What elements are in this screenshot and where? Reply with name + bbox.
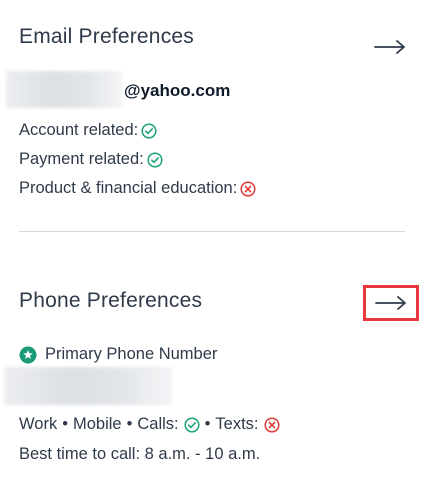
primary-phone-label: Primary Phone Number xyxy=(45,345,218,363)
pref-payment-related: Payment related: xyxy=(19,150,163,169)
pref-label: Account related: xyxy=(19,121,139,139)
bullet-separator: • xyxy=(126,415,133,433)
star-circle-icon xyxy=(19,346,37,364)
x-circle-icon xyxy=(240,180,256,197)
email-preferences-title: Email Preferences xyxy=(19,25,194,48)
phone-type-line: Work • Mobile • Calls: • Texts: xyxy=(19,415,280,434)
arrow-right-icon xyxy=(375,296,406,310)
redacted-phone-number xyxy=(4,367,172,405)
email-domain: @yahoo.com xyxy=(124,81,231,100)
arrow-right-icon xyxy=(374,40,405,54)
x-circle-icon xyxy=(263,416,280,433)
texts-label: Texts: xyxy=(215,415,259,433)
phone-preferences-title: Phone Preferences xyxy=(19,289,203,312)
bullet-separator: • xyxy=(62,415,68,433)
pref-account-related: Account related: xyxy=(19,121,157,140)
redacted-email-user xyxy=(6,71,122,108)
calls-label: Calls: xyxy=(137,415,179,433)
email-preferences-arrow-button[interactable] xyxy=(366,32,414,62)
phone-type-work: Work xyxy=(19,415,58,433)
pref-label: Product & financial education: xyxy=(19,179,238,197)
check-circle-icon xyxy=(184,416,200,433)
check-circle-icon xyxy=(147,151,163,168)
bullet-separator: • xyxy=(204,415,211,433)
best-time-to-call: Best time to call: 8 a.m. - 10 a.m. xyxy=(19,445,261,463)
check-circle-icon xyxy=(141,122,157,139)
phone-preferences-arrow-button[interactable] xyxy=(363,285,419,321)
pref-product-financial-education: Product & financial education: xyxy=(19,179,256,198)
primary-phone-label-row: Primary Phone Number xyxy=(19,345,217,364)
section-divider xyxy=(19,231,405,232)
pref-label: Payment related: xyxy=(19,150,144,168)
phone-type-mobile: Mobile xyxy=(72,415,122,433)
